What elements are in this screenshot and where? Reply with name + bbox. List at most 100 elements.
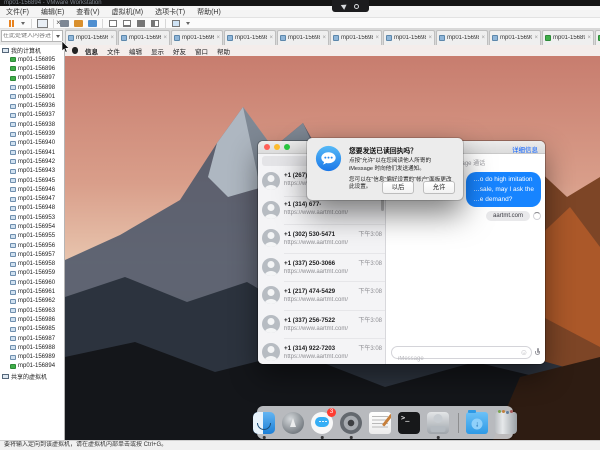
vm-list-item[interactable]: mp01-156936 xyxy=(0,101,64,110)
dock-launchpad-icon[interactable] xyxy=(281,411,305,435)
pause-button[interactable] xyxy=(6,18,16,28)
vm-list-item[interactable]: mp01-156955 xyxy=(0,232,64,241)
close-library-button[interactable]: × xyxy=(54,19,63,28)
revert-snapshot-button[interactable] xyxy=(73,18,83,28)
tab-close-icon[interactable] xyxy=(428,35,432,41)
vm-list-item[interactable]: mp01-156943 xyxy=(0,167,64,176)
share-cursor-icon[interactable] xyxy=(342,3,347,9)
vm-list-item[interactable]: mp01-156939 xyxy=(0,129,64,138)
imessage-input[interactable] xyxy=(392,354,531,365)
tab-close-icon[interactable] xyxy=(587,35,591,41)
emoji-icon[interactable] xyxy=(520,349,528,357)
close-window-button[interactable] xyxy=(264,144,270,150)
vm-list-item[interactable]: mp01-156959 xyxy=(0,269,64,278)
library-search-input[interactable] xyxy=(2,33,52,39)
macos-menu-item[interactable]: 帮助 xyxy=(217,46,230,56)
vm-list-item[interactable]: mp01-156989 xyxy=(0,353,64,362)
vm-list-item[interactable]: mp01-156938 xyxy=(0,120,64,129)
tab-close-icon[interactable] xyxy=(534,35,538,41)
vm-list-item[interactable]: mp01-156897 xyxy=(0,74,64,83)
vmware-menu-item[interactable]: 查看(V) xyxy=(70,7,105,17)
vm-list-item[interactable]: mp01-156901 xyxy=(0,92,64,101)
tab-close-icon[interactable] xyxy=(481,35,485,41)
vmware-menu-item[interactable]: 虚拟机(M) xyxy=(106,7,150,17)
vm-list-item[interactable]: mp01-156947 xyxy=(0,194,64,203)
vm-list-item[interactable]: mp01-156895 xyxy=(0,55,64,64)
vm-list-item[interactable]: mp01-156987 xyxy=(0,334,64,343)
show-thumbnails-button[interactable] xyxy=(122,18,132,28)
macos-menu-item[interactable]: 文件 xyxy=(107,46,120,56)
tree-shared-vms[interactable]: 共享的虚拟机 xyxy=(0,371,64,381)
vm-list-item[interactable]: mp01-156896 xyxy=(0,64,64,73)
vm-list-item[interactable]: mp01-156985 xyxy=(0,325,64,334)
later-button[interactable]: 以后 xyxy=(382,181,414,194)
vmware-menu-item[interactable]: 帮助(H) xyxy=(191,7,227,17)
vm-tab[interactable]: mp01-156962 xyxy=(118,30,170,45)
fullscreen-button[interactable] xyxy=(136,18,146,28)
vm-tab[interactable]: mp01-156988 xyxy=(383,30,435,45)
vm-list-item[interactable]: mp01-156940 xyxy=(0,139,64,148)
conversation-row[interactable]: +1 (302) 530-5471 下午3:08 https://www.aar… xyxy=(258,225,385,254)
vm-tab[interactable]: mp01-156986 xyxy=(224,30,276,45)
vm-tab[interactable]: mp01-156901 xyxy=(489,30,541,45)
vm-tab[interactable]: mp01-156987 xyxy=(330,30,382,45)
tab-close-icon[interactable] xyxy=(163,35,167,41)
vm-list-item[interactable]: mp01-156962 xyxy=(0,297,64,306)
vmware-menu-item[interactable]: 选项卡(T) xyxy=(149,7,191,17)
vm-tab[interactable]: mp01-156894 xyxy=(595,30,600,45)
zoom-window-button[interactable] xyxy=(284,144,290,150)
details-button[interactable]: 详细信息 xyxy=(512,144,538,154)
tab-close-icon[interactable] xyxy=(269,35,273,41)
vm-list-item[interactable]: mp01-156961 xyxy=(0,287,64,296)
conversation-row[interactable]: +1 (314) 677- https://www.aartmt.com/ xyxy=(258,197,385,226)
dock-finder-icon[interactable] xyxy=(252,411,276,435)
macos-menu-item[interactable]: 信息 xyxy=(85,46,98,56)
dock-system-preferences-icon[interactable] xyxy=(339,411,363,435)
vmware-menu-item[interactable]: 文件(F) xyxy=(0,7,35,17)
tab-close-icon[interactable] xyxy=(216,35,220,41)
vm-list-item[interactable]: mp01-156894 xyxy=(0,362,64,371)
vm-list-item[interactable]: mp01-156942 xyxy=(0,157,64,166)
conversation-row[interactable]: +1 (337) 250-3066 下午3:08 https://www.aar… xyxy=(258,254,385,283)
macos-menu-item[interactable]: 显示 xyxy=(151,46,164,56)
vm-list-item[interactable]: mp01-156937 xyxy=(0,111,64,120)
vm-list-item[interactable]: mp01-156945 xyxy=(0,176,64,185)
vm-list-item[interactable]: mp01-156954 xyxy=(0,222,64,231)
tab-close-icon[interactable] xyxy=(375,35,379,41)
show-library-button[interactable] xyxy=(108,18,118,28)
dropdown-caret-icon[interactable] xyxy=(20,18,26,28)
vm-tab[interactable]: mp01-156896 xyxy=(542,30,594,45)
conversation-row[interactable]: +1 (217) 474-5429 下午3:08 https://www.aar… xyxy=(258,282,385,311)
vm-list-item[interactable]: mp01-156960 xyxy=(0,278,64,287)
ctrl-alt-del-button[interactable] xyxy=(37,18,48,28)
vm-tab[interactable]: mp01-156961 xyxy=(65,30,117,45)
tab-close-icon[interactable] xyxy=(110,35,114,41)
unity-button[interactable] xyxy=(150,18,160,28)
settings-gear-icon[interactable] xyxy=(354,4,359,9)
dock-messages-icon[interactable]: 3 xyxy=(310,411,334,435)
dropdown-caret-icon[interactable] xyxy=(185,18,191,28)
vm-list-item[interactable]: mp01-156953 xyxy=(0,213,64,222)
vm-tab[interactable]: mp01-156989 xyxy=(436,30,488,45)
vm-list-item[interactable]: mp01-156956 xyxy=(0,241,64,250)
vmware-menu-item[interactable]: 编辑(E) xyxy=(35,7,70,17)
tree-my-computer[interactable]: 我的计算机 xyxy=(0,45,64,55)
dock-trash-icon[interactable] xyxy=(494,411,518,435)
conversation-row[interactable]: +1 (314) 922-7203 下午3:08 https://www.aar… xyxy=(258,339,385,364)
apple-logo-icon[interactable] xyxy=(72,47,78,54)
macos-menu-item[interactable]: 编辑 xyxy=(129,46,142,56)
link-preview-bubble[interactable]: aartmt.com xyxy=(486,211,530,221)
vm-list-item[interactable]: mp01-156988 xyxy=(0,343,64,352)
conversation-row[interactable]: +1 (337) 256-7522 下午3:08 https://www.aar… xyxy=(258,311,385,340)
vm-screen[interactable]: 信息文件编辑显示好友窗口帮助 详细信息 搜索 xyxy=(65,45,600,440)
vm-list-item[interactable]: mp01-156941 xyxy=(0,148,64,157)
snapshot-manager-button[interactable] xyxy=(87,18,97,28)
minimize-window-button[interactable] xyxy=(274,144,280,150)
vm-list-item[interactable]: mp01-156963 xyxy=(0,306,64,315)
microphone-icon[interactable] xyxy=(535,348,540,357)
vm-list-item[interactable]: mp01-156948 xyxy=(0,204,64,213)
vm-list-item[interactable]: mp01-156898 xyxy=(0,83,64,92)
dock-installer-icon[interactable] xyxy=(426,411,450,435)
dock-terminal-icon[interactable] xyxy=(397,411,421,435)
vm-tab[interactable]: mp01-156985 xyxy=(277,30,329,45)
